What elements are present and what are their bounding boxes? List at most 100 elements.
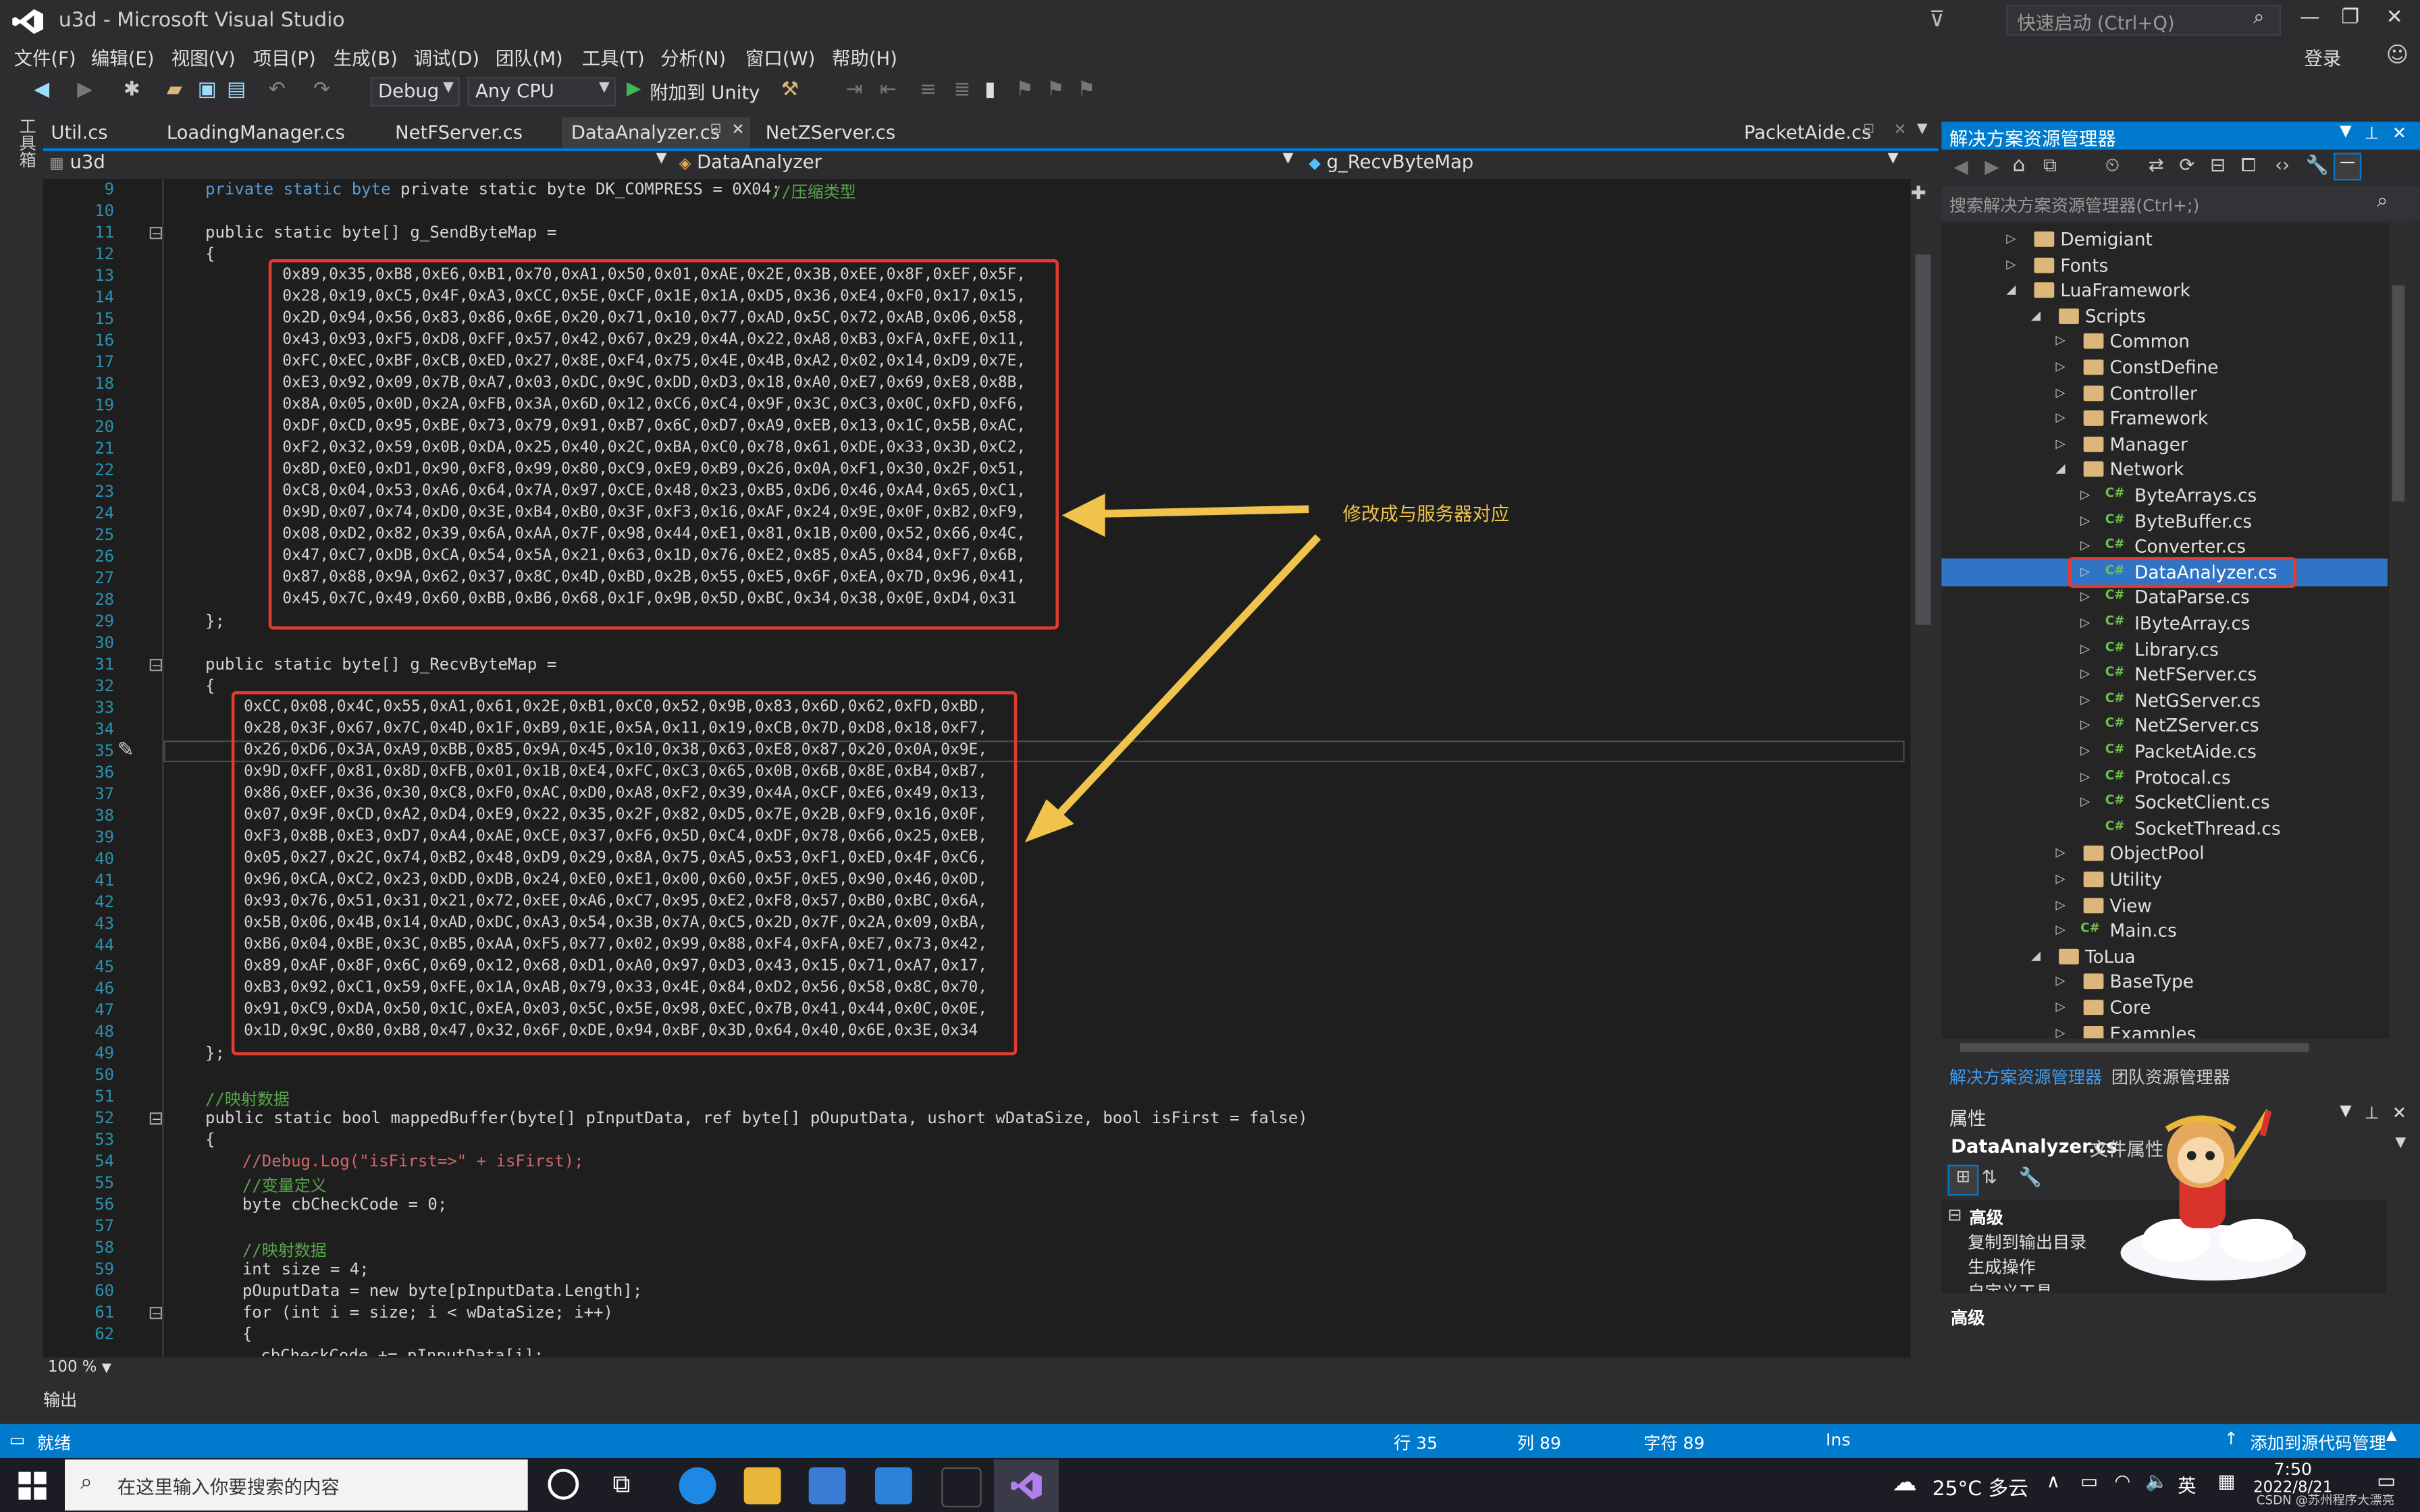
tree-item[interactable]: Framework [2110, 408, 2209, 429]
collapse-icon[interactable]: ⊟ [1948, 1205, 1962, 1225]
tree-item[interactable]: View [2110, 894, 2152, 916]
collapsed-caret-icon[interactable]: ▷ [2080, 795, 2090, 809]
task-view-icon[interactable]: ⧉ [612, 1469, 630, 1500]
property-copy-to-output[interactable]: 复制到输出目录 [1968, 1230, 2086, 1255]
tab-team-explorer[interactable]: 团队资源管理器 [2111, 1064, 2230, 1089]
tree-item[interactable]: Network [2110, 459, 2184, 481]
add-to-source-control[interactable]: 添加到源代码管理 [2251, 1430, 2386, 1455]
search-icon[interactable]: ⌕ [2377, 190, 2388, 213]
tree-item[interactable]: ConstDefine [2110, 356, 2219, 378]
home-icon[interactable]: ⌂ [2013, 155, 2026, 178]
file-explorer-icon[interactable] [743, 1467, 781, 1505]
collapse-all-icon[interactable]: ⊟ [2210, 155, 2226, 176]
forward-icon[interactable]: ▶ [1984, 156, 1999, 178]
tree-item[interactable]: Demigiant [2060, 228, 2152, 250]
expanded-caret-icon[interactable]: ◢ [2056, 462, 2066, 476]
tree-item[interactable]: ByteArrays.cs [2134, 485, 2257, 506]
tree-item[interactable]: PacketAide.cs [2134, 740, 2257, 762]
collapsed-caret-icon[interactable]: ▷ [2080, 667, 2090, 681]
windows-start-icon[interactable] [18, 1472, 47, 1500]
collapsed-caret-icon[interactable]: ▷ [2006, 257, 2016, 271]
expanded-caret-icon[interactable]: ◢ [2031, 948, 2041, 963]
property-build-action[interactable]: 生成操作 [1968, 1254, 2036, 1279]
collapsed-caret-icon[interactable]: ▷ [2080, 693, 2090, 707]
tree-item[interactable]: LuaFramework [2060, 279, 2190, 301]
tray-overflow-icon[interactable]: ∧ [2047, 1470, 2060, 1492]
collapsed-caret-icon[interactable]: ▷ [2056, 360, 2066, 374]
tree-item[interactable]: Fonts [2060, 254, 2108, 275]
tree-vertical-scrollbar[interactable] [2389, 223, 2408, 1039]
volume-icon[interactable]: 🔈 [2145, 1470, 2168, 1492]
tree-item[interactable]: ByteBuffer.cs [2134, 510, 2252, 532]
collapsed-caret-icon[interactable]: ▷ [2080, 718, 2090, 732]
property-pages-icon[interactable]: 🔧 [2019, 1166, 2042, 1188]
collapsed-caret-icon[interactable]: ▷ [2056, 385, 2066, 399]
collapsed-caret-icon[interactable]: ▷ [2056, 1000, 2066, 1014]
tab-solution-explorer[interactable]: 解决方案资源管理器 [1949, 1064, 2102, 1089]
dropdown-icon[interactable]: ▼ [2340, 1103, 2352, 1120]
alphabetical-icon[interactable]: ⇅ [1982, 1166, 1997, 1188]
collapsed-caret-icon[interactable]: ▷ [2080, 616, 2090, 630]
tree-item[interactable]: SocketThread.cs [2134, 817, 2280, 839]
scrollbar-thumb[interactable] [1959, 1043, 2309, 1052]
tree-horizontal-scrollbar[interactable] [1941, 1038, 2390, 1057]
properties-icon[interactable]: 🔧 [2306, 155, 2329, 176]
collapsed-caret-icon[interactable]: ▷ [2080, 539, 2090, 553]
ime-mode-icon[interactable]: ▦ [2218, 1470, 2236, 1492]
pin-icon[interactable]: ⊥ [2365, 124, 2379, 144]
store-icon[interactable] [808, 1467, 846, 1505]
tree-item[interactable]: NetGServer.cs [2134, 689, 2261, 711]
collapsed-caret-icon[interactable]: ▷ [2056, 897, 2066, 911]
collapsed-caret-icon[interactable]: ▷ [2080, 513, 2090, 527]
collapsed-caret-icon[interactable]: ▷ [2080, 770, 2090, 784]
tree-item[interactable]: ToLua [2085, 946, 2136, 967]
expanded-caret-icon[interactable]: ◢ [2031, 308, 2041, 323]
collapsed-caret-icon[interactable]: ▷ [2056, 846, 2066, 860]
collapsed-caret-icon[interactable]: ▷ [2056, 923, 2066, 937]
dropdown-icon[interactable]: ▼ [2340, 124, 2352, 140]
collapsed-caret-icon[interactable]: ▷ [2056, 871, 2066, 886]
split-editor-icon[interactable]: ✚ [1911, 182, 1926, 204]
collapsed-caret-icon[interactable]: ▷ [2006, 232, 2016, 246]
edge-icon[interactable] [679, 1467, 716, 1505]
cortana-icon[interactable] [548, 1468, 579, 1500]
expanded-caret-icon[interactable]: ◢ [2006, 283, 2016, 297]
close-icon[interactable]: ✕ [2392, 124, 2406, 144]
tree-item[interactable]: DataParse.cs [2134, 587, 2250, 608]
view-code-icon[interactable]: ‹› [2275, 155, 2290, 176]
collapsed-caret-icon[interactable]: ▷ [2056, 974, 2066, 988]
network-icon[interactable]: ◠ [2114, 1470, 2130, 1492]
ime-indicator[interactable]: 英 [2178, 1472, 2196, 1498]
collapsed-caret-icon[interactable]: ▷ [2056, 1025, 2066, 1040]
collapsed-caret-icon[interactable]: ▷ [2056, 410, 2066, 425]
scrollbar-thumb[interactable] [2392, 285, 2405, 502]
collapsed-caret-icon[interactable]: ▷ [2056, 334, 2066, 348]
taskbar-search-box[interactable]: ⌕ 在这里输入你要搜索的内容 [64, 1459, 528, 1511]
collapsed-caret-icon[interactable]: ▷ [2056, 436, 2066, 450]
unity-icon[interactable] [941, 1467, 982, 1508]
tree-item[interactable]: Controller [2110, 382, 2197, 404]
tree-item[interactable]: Manager [2110, 433, 2188, 455]
visual-studio-taskbar-item[interactable] [993, 1459, 1059, 1512]
tree-item[interactable]: NetFServer.cs [2134, 664, 2257, 685]
collapsed-caret-icon[interactable]: ▷ [2080, 590, 2090, 604]
tree-item[interactable]: Common [2110, 331, 2190, 352]
tree-item[interactable]: Core [2110, 997, 2151, 1019]
property-custom-tool[interactable]: 自定义工具 [1968, 1279, 2053, 1291]
tree-item[interactable]: SocketClient.cs [2134, 792, 2270, 813]
chevron-up-icon[interactable]: ▲ [2386, 1429, 2397, 1444]
switch-views-icon[interactable]: ⧉ [2043, 155, 2057, 178]
categorized-icon[interactable]: ⊞ [1947, 1164, 1979, 1196]
preview-selected-icon[interactable]: — [2333, 153, 2362, 181]
solution-search-input[interactable]: 搜索解决方案资源管理器(Ctrl+;) ⌕ [1941, 186, 2420, 221]
tree-item[interactable]: BaseType [2110, 971, 2194, 993]
notification-icon[interactable]: ▭ [2377, 1470, 2396, 1493]
tree-item[interactable]: Library.cs [2134, 638, 2219, 659]
weather-text[interactable]: 25°C 多云 [1932, 1472, 2028, 1501]
taskbar-clock[interactable]: 7:50 2022/8/21 [2253, 1459, 2332, 1496]
collapsed-caret-icon[interactable]: ▷ [2080, 641, 2090, 655]
zoom-level[interactable]: 100 % ▼ [48, 1359, 111, 1376]
pending-changes-icon[interactable]: ⏲ [2105, 155, 2120, 178]
tree-item[interactable]: Protocal.cs [2134, 766, 2230, 788]
sync-icon[interactable]: ⇄ [2149, 155, 2164, 176]
